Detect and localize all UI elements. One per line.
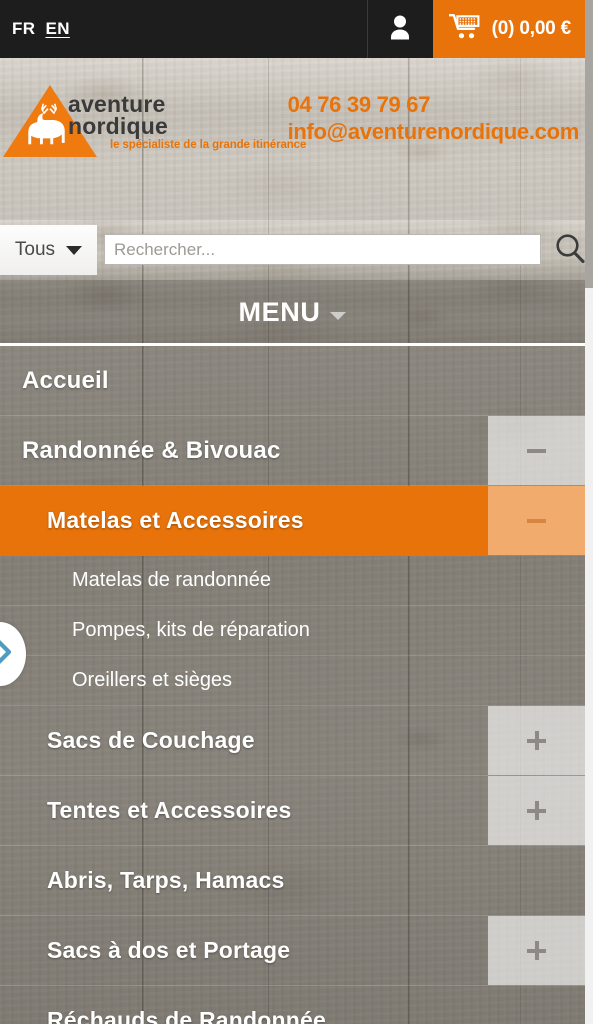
email-address[interactable]: info@aventurenordique.com bbox=[288, 118, 580, 145]
cart-total-label: (0) 0,00 € bbox=[491, 18, 572, 39]
logo-word-line1: aventure bbox=[68, 91, 166, 117]
lang-switch-fr[interactable]: FR bbox=[0, 19, 35, 39]
plus-icon bbox=[527, 801, 546, 820]
nav-item-label: Abris, Tarps, Hamacs bbox=[47, 867, 285, 893]
shopping-cart-icon bbox=[447, 13, 481, 45]
logo-tagline: le spécialiste de la grande itinérance bbox=[110, 139, 307, 151]
chevron-down-icon bbox=[330, 311, 347, 320]
chevron-right-icon bbox=[0, 639, 13, 670]
nav-item-label: Matelas et Accessoires bbox=[47, 507, 304, 533]
nav-item[interactable]: Pompes, kits de réparation bbox=[0, 606, 585, 656]
plus-icon bbox=[527, 731, 546, 750]
nav-item[interactable]: Abris, Tarps, Hamacs bbox=[0, 846, 585, 916]
site-logo[interactable]: aventure nordique le spécialiste de la g… bbox=[0, 75, 306, 175]
menu-toggle-bar[interactable]: MENU bbox=[0, 280, 585, 345]
nav-item[interactable]: Matelas de randonnée bbox=[0, 556, 585, 606]
nav-collapse-button[interactable] bbox=[488, 486, 585, 555]
nav-item[interactable]: Réchauds de Randonnée bbox=[0, 986, 585, 1024]
contact-block: 04 76 39 79 67 info@aventurenordique.com bbox=[288, 91, 580, 145]
nav-item[interactable]: Matelas et Accessoires bbox=[0, 486, 585, 556]
plus-icon bbox=[527, 941, 546, 960]
cart-button[interactable]: (0) 0,00 € bbox=[432, 0, 585, 58]
nav-collapse-button[interactable] bbox=[488, 416, 585, 485]
lang-switch-en[interactable]: EN bbox=[35, 19, 69, 39]
nav-item[interactable]: Oreillers et sièges bbox=[0, 656, 585, 706]
nav-item-label: Randonnée & Bivouac bbox=[22, 436, 281, 464]
user-icon bbox=[389, 14, 411, 45]
search-category-label: Tous bbox=[14, 239, 56, 260]
menu-divider bbox=[0, 343, 585, 346]
logo-wordmark: aventure nordique bbox=[68, 91, 168, 139]
page-root: FR EN (0) 0,00 € aventure nordique le sp… bbox=[0, 0, 593, 1024]
nav-item[interactable]: Sacs à dos et Portage bbox=[0, 916, 585, 986]
minus-icon bbox=[527, 441, 546, 460]
nav-item[interactable]: Tentes et Accessoires bbox=[0, 776, 585, 846]
menu-toggle-inner: MENU bbox=[239, 297, 347, 328]
page-scrollbar-thumb[interactable] bbox=[585, 0, 593, 288]
nav-item[interactable]: Accueil bbox=[0, 346, 585, 416]
logo-word-line2: nordique bbox=[68, 113, 168, 139]
nav-item-label: Sacs de Couchage bbox=[47, 727, 255, 753]
search-input[interactable] bbox=[104, 234, 541, 265]
search-icon bbox=[553, 232, 587, 269]
top-bar: FR EN (0) 0,00 € bbox=[0, 0, 585, 58]
nav-item-label: Accueil bbox=[22, 366, 109, 394]
minus-icon bbox=[527, 511, 546, 530]
header-band: aventure nordique le spécialiste de la g… bbox=[0, 58, 585, 220]
main-navigation: Accueil Randonnée & Bivouac Matelas et Acc… bbox=[0, 346, 585, 1024]
nav-item-label: Tentes et Accessoires bbox=[47, 797, 292, 823]
nav-item[interactable]: Sacs de Couchage bbox=[0, 706, 585, 776]
nav-item-label: Sacs à dos et Portage bbox=[47, 937, 291, 963]
nav-item-list: Accueil Randonnée & Bivouac Matelas et Acc… bbox=[0, 346, 585, 1024]
chevron-down-icon bbox=[66, 245, 83, 255]
phone-number[interactable]: 04 76 39 79 67 bbox=[288, 91, 579, 118]
search-category-dropdown[interactable]: Tous bbox=[0, 225, 97, 275]
nav-item-label: Matelas de randonnée bbox=[72, 569, 272, 591]
nav-item-label: Pompes, kits de réparation bbox=[72, 619, 310, 641]
nav-item-label: Réchauds de Randonnée bbox=[47, 1007, 326, 1024]
menu-label: MENU bbox=[238, 297, 321, 327]
account-button[interactable] bbox=[366, 0, 433, 58]
nav-expand-button[interactable] bbox=[488, 916, 585, 985]
nav-item-label: Oreillers et sièges bbox=[72, 669, 233, 691]
nav-expand-button[interactable] bbox=[488, 706, 585, 775]
nav-expand-button[interactable] bbox=[488, 776, 585, 845]
nav-item[interactable]: Randonnée & Bivouac bbox=[0, 416, 585, 486]
